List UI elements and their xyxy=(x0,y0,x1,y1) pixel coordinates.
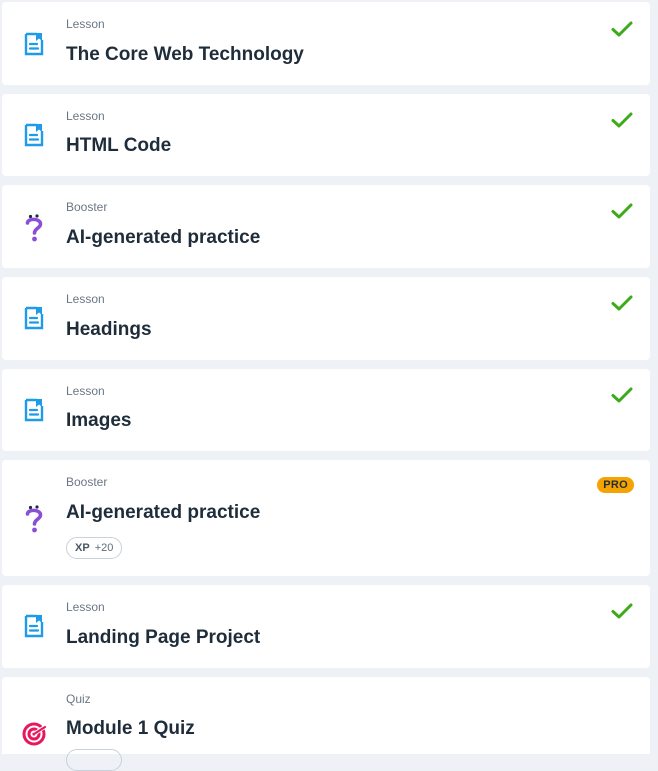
list-item-booster[interactable]: Booster AI-generated practice xyxy=(2,185,650,268)
check-icon xyxy=(610,199,634,223)
xp-reward-pill: XP +20 xyxy=(66,537,123,559)
item-kind-label: Lesson xyxy=(66,109,105,123)
item-kind-label: Lesson xyxy=(66,292,105,306)
item-title: Module 1 Quiz xyxy=(66,718,195,739)
list-item-booster-pro[interactable]: Booster AI-generated practice PRO XP +20 xyxy=(2,460,650,576)
item-kind-label: Booster xyxy=(66,200,108,214)
item-title: Images xyxy=(66,410,132,431)
target-icon xyxy=(22,721,48,749)
lesson-document-icon xyxy=(22,613,46,641)
item-kind-label: Lesson xyxy=(66,17,105,31)
item-title: The Core Web Technology xyxy=(66,44,304,65)
reward-pill xyxy=(66,749,122,771)
item-title: Landing Page Project xyxy=(66,627,261,648)
list-item-lesson[interactable]: Lesson HTML Code xyxy=(2,94,650,176)
xp-value: +20 xyxy=(94,542,114,554)
check-icon xyxy=(610,383,634,407)
item-kind-label: Booster xyxy=(66,475,108,489)
item-kind-label: Lesson xyxy=(66,384,105,398)
check-icon xyxy=(610,291,634,315)
item-title: Headings xyxy=(66,319,152,340)
item-title: HTML Code xyxy=(66,135,172,156)
check-icon xyxy=(610,108,634,132)
lesson-document-icon xyxy=(22,31,46,59)
check-icon xyxy=(610,17,634,41)
question-mark-icon xyxy=(22,504,46,533)
item-title: AI-generated practice xyxy=(66,502,261,523)
check-icon xyxy=(610,599,634,623)
xp-label: XP xyxy=(75,542,90,554)
item-kind-label: Quiz xyxy=(66,692,91,706)
lesson-document-icon xyxy=(22,397,46,425)
lesson-document-icon xyxy=(22,305,46,333)
list-item-quiz[interactable]: Quiz Module 1 Quiz xyxy=(2,677,650,771)
item-kind-label: Lesson xyxy=(66,600,105,614)
list-item-lesson[interactable]: Lesson Landing Page Project xyxy=(2,585,650,668)
question-mark-icon xyxy=(22,213,46,242)
pro-badge: PRO xyxy=(597,477,634,493)
list-item-lesson[interactable]: Lesson The Core Web Technology xyxy=(2,2,650,85)
lesson-document-icon xyxy=(22,122,46,150)
list-item-lesson[interactable]: Lesson Headings xyxy=(2,277,650,360)
item-title: AI-generated practice xyxy=(66,227,261,248)
list-item-lesson[interactable]: Lesson Images xyxy=(2,369,650,451)
